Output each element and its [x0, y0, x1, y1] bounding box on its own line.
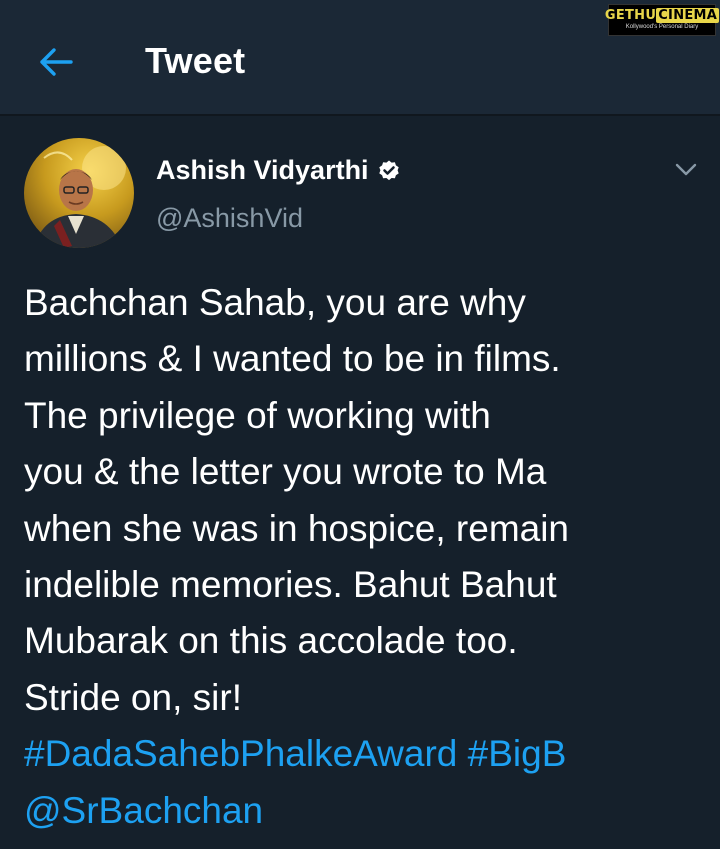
- tweet-line: millions & I wanted to be in films.: [24, 338, 561, 380]
- tweet-line: when she was in hospice, remain: [24, 507, 570, 549]
- tweet-line: Mubarak on this accolade too.: [24, 620, 518, 662]
- tweet-line: The privilege of working with: [24, 394, 491, 436]
- tweet-text: Bachchan Sahab, you are why millions & I…: [24, 275, 704, 839]
- tweet-line: Bachchan Sahab, you are why: [24, 282, 526, 323]
- chevron-down-icon: [675, 163, 697, 176]
- tweet-line: Stride on, sir!: [24, 676, 242, 718]
- watermark-brand-main: GETHU: [604, 8, 657, 23]
- profile-photo: [34, 146, 126, 248]
- verified-badge-icon: [378, 160, 399, 180]
- watermark-logo: GETHU CINEMA Kollywood's Personal Diary: [604, 4, 720, 36]
- tweet-line: you & the letter you wrote to Ma: [24, 451, 547, 493]
- tweet-line: indelible memories. Bahut Bahut: [24, 564, 557, 606]
- avatar[interactable]: [24, 138, 134, 248]
- back-button[interactable]: [34, 40, 78, 84]
- author-name[interactable]: Ashish Vidyarthi: [156, 155, 369, 186]
- tweet-menu-button[interactable]: [672, 158, 700, 182]
- watermark-brand-cine: CINEMA: [656, 8, 720, 23]
- author-name-row[interactable]: Ashish Vidyarthi: [156, 155, 401, 186]
- watermark-tagline: Kollywood's Personal Diary: [625, 24, 699, 30]
- author-handle[interactable]: @AshishVid: [156, 203, 303, 234]
- hashtag-link[interactable]: #DadaSahebPhalkeAward: [24, 733, 457, 774]
- page-title: Tweet: [145, 40, 246, 81]
- arrow-left-icon: [40, 48, 73, 76]
- hashtag-link[interactable]: #BigB: [468, 733, 567, 774]
- mention-link[interactable]: @SrBachchan: [24, 790, 263, 831]
